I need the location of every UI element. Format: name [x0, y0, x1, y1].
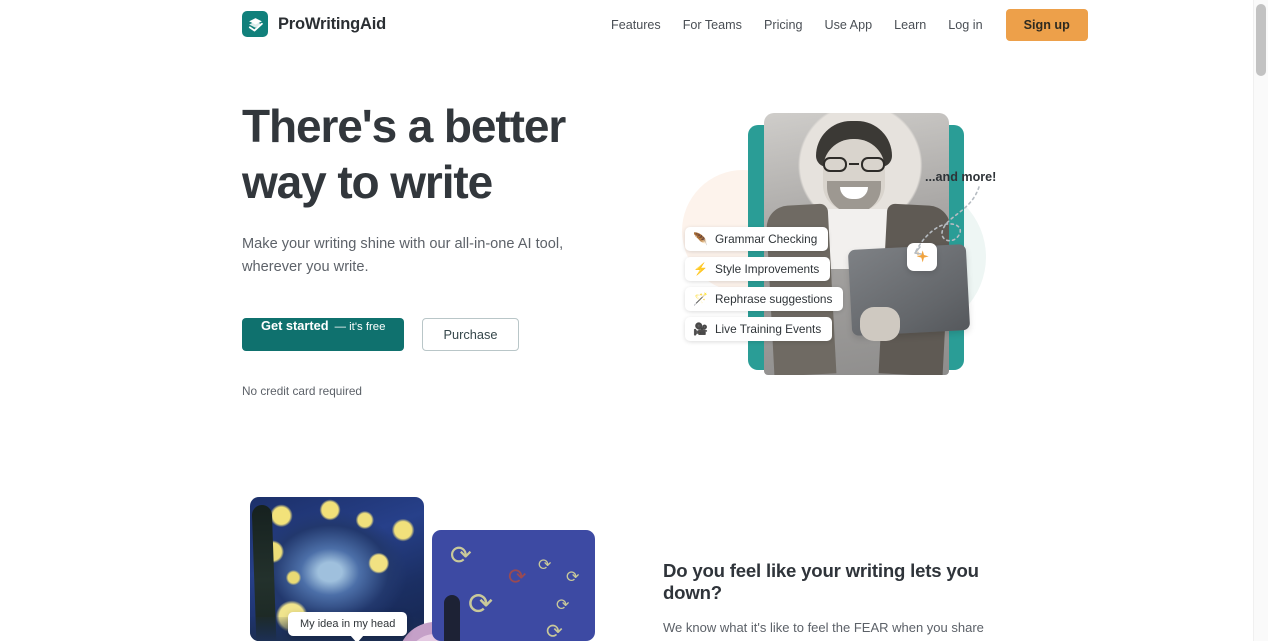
site-header: ProWritingAid Features For Teams Pricing…: [0, 0, 1253, 49]
video-camera-icon: 🎥: [693, 322, 708, 336]
feature-pill-rephrase-suggestions[interactable]: 🪄 Rephrase suggestions: [685, 287, 844, 311]
feature-pill-label: Rephrase suggestions: [715, 292, 833, 306]
hero-title: There's a better way to write: [242, 98, 642, 210]
get-started-sublabel: — it's free: [334, 321, 386, 333]
swirl-icon-red: ⟳: [508, 564, 527, 589]
hero-cta-group: Get started — it's free Purchase: [242, 318, 642, 351]
brand-name: ProWritingAid: [278, 14, 387, 33]
and-more-label: ...and more!: [925, 170, 997, 184]
magic-wand-icon: 🪄: [693, 292, 708, 306]
lower-section: Do you feel like your writing lets you d…: [663, 560, 1023, 641]
nav-item-features[interactable]: Features: [600, 18, 672, 32]
lower-title: Do you feel like your writing lets you d…: [663, 560, 979, 603]
brand-logo[interactable]: ProWritingAid: [242, 11, 386, 37]
book-stack-icon: [242, 11, 268, 37]
hero-title-line-1: There's a better: [242, 100, 566, 152]
nav-item-log-in[interactable]: Log in: [937, 18, 993, 32]
scrollbar-thumb[interactable]: [1256, 4, 1266, 76]
hero-title-line-2: way to write: [242, 156, 493, 208]
page-scrollbar[interactable]: [1253, 0, 1268, 641]
get-started-label: Get started: [261, 318, 329, 333]
feature-pill-live-training-events[interactable]: 🎥 Live Training Events: [685, 317, 833, 341]
page-root: ProWritingAid Features For Teams Pricing…: [0, 0, 1268, 641]
sketch-tree-shape: [444, 595, 460, 641]
swirl-icon: ⟳: [566, 569, 580, 586]
feature-pill-list: 🪶 Grammar Checking ⚡ Style Improvements …: [685, 227, 844, 347]
feature-pill-style-improvements[interactable]: ⚡ Style Improvements: [685, 257, 831, 281]
main-nav: Features For Teams Pricing Use App Learn…: [600, 0, 1088, 49]
lower-body: We know what it's like to feel the FEAR …: [663, 620, 984, 635]
feature-pill-label: Grammar Checking: [715, 232, 818, 246]
purchase-button[interactable]: Purchase: [422, 318, 519, 351]
painting-tooltip: My idea in my head: [288, 612, 408, 641]
sketch-painting: ⟳ ⟳ ⟳ ⟳ ⟳ ⟳ ⟳: [432, 530, 595, 641]
swirl-icon: ⟳: [556, 597, 570, 614]
swirl-icon: ⟳: [546, 621, 563, 641]
hero-subtitle: Make your writing shine with our all-in-…: [242, 236, 564, 275]
swirl-icon: ⟳: [450, 540, 472, 570]
get-started-button[interactable]: Get started — it's free: [242, 318, 405, 351]
nav-item-for-teams[interactable]: For Teams: [672, 18, 753, 32]
lightning-bolt-icon: ⚡: [693, 262, 708, 276]
feather-pen-icon: 🪶: [693, 232, 708, 246]
swirl-icon: ⟳: [538, 557, 552, 574]
sign-up-button[interactable]: Sign up: [1005, 8, 1088, 41]
nav-item-use-app[interactable]: Use App: [813, 18, 883, 32]
glasses-icon: [820, 157, 888, 172]
nav-item-learn[interactable]: Learn: [883, 18, 937, 32]
feature-pill-grammar-checking[interactable]: 🪶 Grammar Checking: [685, 227, 829, 251]
swirl-icon: ⟳: [468, 588, 494, 621]
dotted-arrow-icon: [914, 186, 980, 255]
hand-shape: [860, 307, 900, 341]
hero-illustration: ...and more! 🪶 Grammar Checking ⚡ Style …: [660, 95, 1020, 395]
feature-pill-label: Live Training Events: [715, 322, 822, 336]
nav-item-pricing[interactable]: Pricing: [753, 18, 814, 32]
feature-pill-label: Style Improvements: [715, 262, 820, 276]
hero-section: There's a better way to write Make your …: [242, 98, 642, 398]
no-credit-card-note: No credit card required: [242, 384, 362, 398]
